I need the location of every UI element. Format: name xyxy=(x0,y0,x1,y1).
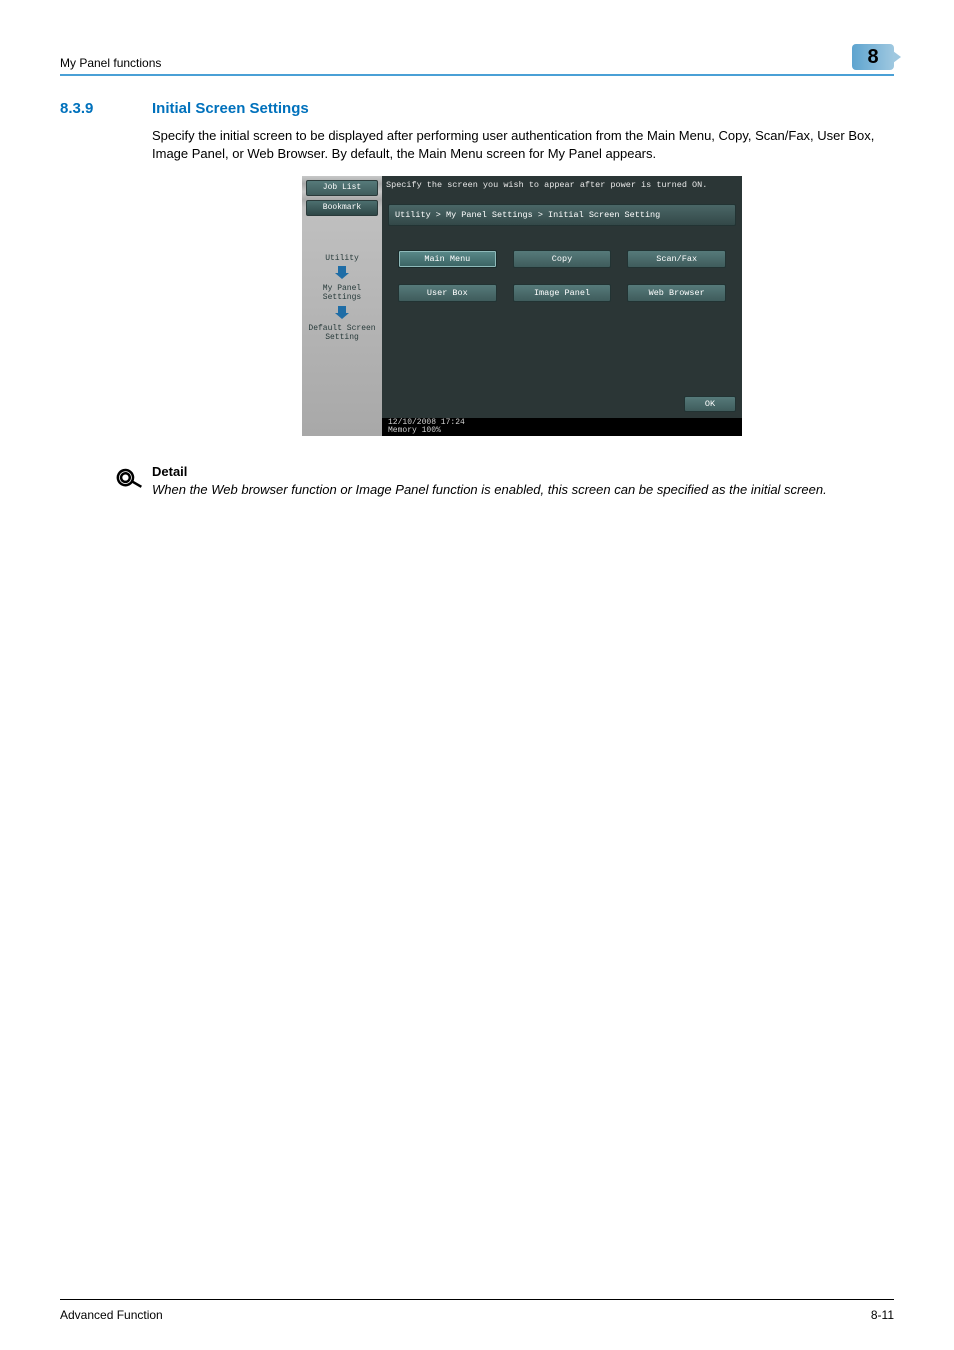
option-web-browser[interactable]: Web Browser xyxy=(627,284,726,302)
detail-text: When the Web browser function or Image P… xyxy=(152,481,894,499)
header-rule xyxy=(60,74,894,76)
detail-label: Detail xyxy=(152,464,894,479)
section-number: 8.3.9 xyxy=(60,100,152,117)
option-image-panel[interactable]: Image Panel xyxy=(513,284,612,302)
magnifier-icon xyxy=(112,463,146,502)
footer-rule xyxy=(60,1299,894,1300)
section-title: Initial Screen Settings xyxy=(152,100,309,117)
default-screen-setting-label: Default Screen Setting xyxy=(306,324,378,342)
bookmark-button[interactable]: Bookmark xyxy=(306,200,378,216)
chapter-badge: 8 xyxy=(852,44,894,70)
panel-memory: Memory 100% xyxy=(388,427,465,435)
ok-button[interactable]: OK xyxy=(684,396,736,412)
panel-side: Job List Bookmark Utility My Panel Setti… xyxy=(302,176,382,436)
section-paragraph: Specify the initial screen to be display… xyxy=(152,127,892,162)
option-copy[interactable]: Copy xyxy=(513,250,612,268)
arrow-down-icon xyxy=(338,266,346,274)
arrow-down-icon xyxy=(338,306,346,314)
utility-label: Utility xyxy=(306,254,378,263)
my-panel-settings-label: My Panel Settings xyxy=(306,284,378,302)
option-user-box[interactable]: User Box xyxy=(398,284,497,302)
option-scan-fax[interactable]: Scan/Fax xyxy=(627,250,726,268)
chapter-number: 8 xyxy=(867,46,878,69)
job-list-button[interactable]: Job List xyxy=(306,180,378,196)
printer-panel-screenshot: Job List Bookmark Utility My Panel Setti… xyxy=(302,176,742,436)
panel-message: Specify the screen you wish to appear af… xyxy=(386,180,707,190)
footer-page-number: 8-11 xyxy=(871,1308,894,1322)
running-title: My Panel functions xyxy=(60,56,161,70)
panel-footer: 12/10/2008 17:24 Memory 100% xyxy=(382,418,742,436)
footer-doc-title: Advanced Function xyxy=(60,1308,163,1322)
panel-breadcrumb: Utility > My Panel Settings > Initial Sc… xyxy=(388,204,736,226)
panel-main: Specify the screen you wish to appear af… xyxy=(382,176,742,418)
option-main-menu[interactable]: Main Menu xyxy=(398,250,497,268)
